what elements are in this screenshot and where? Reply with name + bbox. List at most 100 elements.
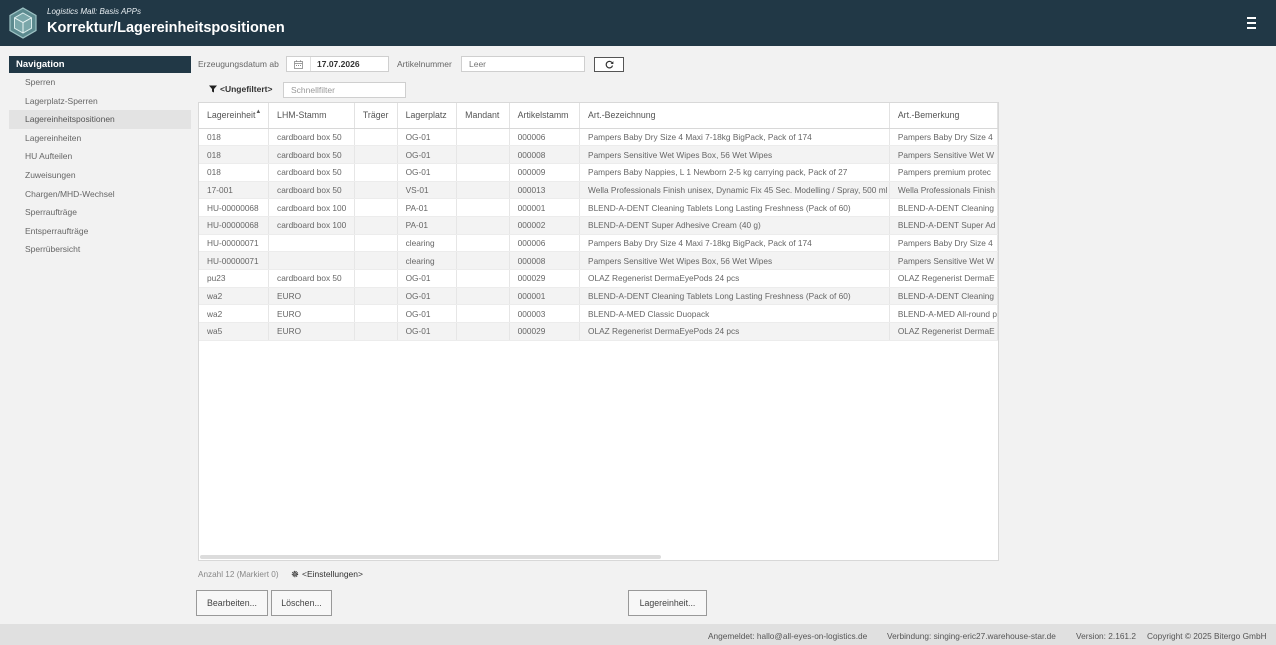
filter-toggle-label: <Ungefiltert> xyxy=(220,84,273,94)
col-header-lagereinheit[interactable]: Lagereinheit ▲ xyxy=(199,103,270,129)
cell-mandant xyxy=(456,216,510,235)
cell-art-bemerkung: BLEND-A-DENT Cleaning xyxy=(889,287,998,306)
nav-item-lagereinheitspositionen[interactable]: Lagereinheitspositionen xyxy=(9,110,191,129)
cell-artikelstamm: 000029 xyxy=(509,322,581,341)
table-row[interactable]: HU-00000068 cardboard box 100 PA-01 000001 B… xyxy=(199,198,998,217)
cell-lagerplatz: OG-01 xyxy=(397,322,458,341)
storage-unit-button[interactable]: Lagereinheit... xyxy=(628,590,707,616)
app-header: Logistics Mall: Basis APPs Korrektur/Lag… xyxy=(0,0,1276,46)
cell-traeger xyxy=(354,269,398,288)
cell-mandant xyxy=(456,181,510,200)
app-subtitle: Logistics Mall: Basis APPs xyxy=(47,7,141,16)
table-row[interactable]: pu23 cardboard box 50 OG-01 000029 OLAZ Rege… xyxy=(199,269,998,288)
nav-item-lagereinheiten[interactable]: Lagereinheiten xyxy=(9,129,191,148)
table-row[interactable]: wa2 EURO OG-01 000003 BLEND-A-MED Classic Du… xyxy=(199,304,998,324)
cell-lagerplatz: OG-01 xyxy=(397,128,458,147)
cell-lagerplatz: clearing xyxy=(397,234,458,253)
table-row[interactable]: HU-00000071 clearing 000006 Pampers Baby Dr… xyxy=(199,234,998,253)
cell-lagereinheit: HU-00000068 xyxy=(199,198,270,217)
filter-toggle[interactable]: <Ungefiltert> xyxy=(209,84,272,94)
article-number-input[interactable] xyxy=(461,56,585,72)
col-header-art-bemerkung[interactable]: Art.-Bemerkung xyxy=(889,103,998,129)
cell-artikelstamm: 000029 xyxy=(509,269,581,288)
cell-art-bemerkung: Pampers Sensitive Wet W xyxy=(889,251,998,270)
cell-art-bezeichnung: OLAZ Regenerist DermaEyePods 24 pcs xyxy=(579,322,890,341)
cell-art-bezeichnung: Wella Professionals Finish unisex, Dynam… xyxy=(579,181,890,200)
cell-traeger xyxy=(354,304,398,324)
cell-lagerplatz: VS-01 xyxy=(397,181,458,200)
cell-lagereinheit: 17-001 xyxy=(199,181,270,200)
cell-art-bezeichnung: Pampers Sensitive Wet Wipes Box, 56 Wet … xyxy=(579,251,890,270)
page-title: Korrektur/Lagereinheitspositionen xyxy=(47,20,285,36)
table-row[interactable]: wa5 EURO OG-01 000029 OLAZ Regenerist DermaE… xyxy=(199,322,998,341)
nav-item-sperrauftraege[interactable]: Sperraufträge xyxy=(9,203,191,222)
gear-icon xyxy=(291,570,299,578)
settings-link[interactable]: <Einstellungen> xyxy=(291,569,363,579)
cell-lagereinheit: wa2 xyxy=(199,304,270,324)
hamburger-icon[interactable] xyxy=(1244,15,1260,31)
table-row[interactable]: 018 cardboard box 50 OG-01 000006 Pampers Ba… xyxy=(199,128,998,147)
hexagon-box-icon xyxy=(9,7,37,39)
cell-art-bemerkung: Pampers premium protec xyxy=(889,163,998,182)
cell-art-bezeichnung: Pampers Sensitive Wet Wipes Box, 56 Wet … xyxy=(579,145,890,164)
quick-filter-input[interactable] xyxy=(283,82,406,98)
table-header-row: Lagereinheit ▲ LHM-Stamm Träger Lagerplat… xyxy=(199,103,998,129)
col-header-lhm-stamm[interactable]: LHM-Stamm xyxy=(268,103,355,129)
calendar-icon[interactable] xyxy=(287,57,311,71)
nav-item-sperruebersicht[interactable]: Sperrübersicht xyxy=(9,240,191,259)
cell-traeger xyxy=(354,234,398,253)
cell-art-bezeichnung: BLEND-A-DENT Super Adhesive Cream (40 g) xyxy=(579,216,890,235)
cell-lhm-stamm: EURO xyxy=(268,322,355,341)
cell-lhm-stamm: EURO xyxy=(268,287,355,306)
col-header-mandant[interactable]: Mandant xyxy=(456,103,510,129)
edit-button[interactable]: Bearbeiten... xyxy=(196,590,268,616)
data-table: Lagereinheit ▲ LHM-Stamm Träger Lagerplat… xyxy=(198,102,999,561)
navigation-title: Navigation xyxy=(9,56,191,73)
col-header-art-bezeichnung[interactable]: Art.-Bezeichnung xyxy=(579,103,890,129)
nav-item-entsperrauftraege[interactable]: Entsperraufträge xyxy=(9,222,191,241)
version-info: Version: 2.161.2 xyxy=(1076,631,1136,641)
table: Lagereinheit ▲ LHM-Stamm Träger Lagerplat… xyxy=(199,103,998,341)
cell-lagereinheit: wa5 xyxy=(199,322,270,341)
cell-artikelstamm: 000008 xyxy=(509,251,581,270)
cell-lagerplatz: OG-01 xyxy=(397,269,458,288)
nav-item-lagerplatz-sperren[interactable]: Lagerplatz-Sperren xyxy=(9,92,191,111)
refresh-button[interactable] xyxy=(594,57,624,72)
horizontal-scrollbar[interactable] xyxy=(200,555,661,559)
row-count: Anzahl 12 (Markiert 0) xyxy=(198,570,279,579)
nav-item-sperren[interactable]: Sperren xyxy=(9,73,191,92)
cell-lhm-stamm: cardboard box 50 xyxy=(268,128,355,147)
cell-art-bezeichnung: Pampers Baby Nappies, L 1 Newborn 2-5 kg… xyxy=(579,163,890,182)
cell-mandant xyxy=(456,304,510,324)
col-header-artikelstamm[interactable]: Artikelstamm xyxy=(509,103,581,129)
table-row[interactable]: 018 cardboard box 50 OG-01 000008 Pampers Se… xyxy=(199,145,998,164)
cell-art-bezeichnung: BLEND-A-MED Classic Duopack xyxy=(579,304,890,324)
nav-item-chargen-mhd-wechsel[interactable]: Chargen/MHD-Wechsel xyxy=(9,185,191,204)
cell-lagereinheit: wa2 xyxy=(199,287,270,306)
cell-art-bemerkung: OLAZ Regenerist DermaE xyxy=(889,322,998,341)
navigation-panel: Navigation Sperren Lagerplatz-Sperren La… xyxy=(9,56,191,259)
status-bar: Angemeldet: hallo@all-eyes-on-logistics.… xyxy=(0,624,1276,645)
cell-traeger xyxy=(354,181,398,200)
nav-item-zuweisungen[interactable]: Zuweisungen xyxy=(9,166,191,185)
cell-traeger xyxy=(354,287,398,306)
date-field[interactable]: 17.07.2026 xyxy=(286,56,389,72)
cell-lhm-stamm: EURO xyxy=(268,304,355,324)
cell-traeger xyxy=(354,251,398,270)
table-row[interactable]: wa2 EURO OG-01 000001 BLEND-A-DENT Cleaning … xyxy=(199,287,998,306)
col-header-lagerplatz[interactable]: Lagerplatz xyxy=(397,103,458,129)
cell-lagereinheit: pu23 xyxy=(199,269,270,288)
cell-art-bezeichnung: Pampers Baby Dry Size 4 Maxi 7-18kg BigP… xyxy=(579,234,890,253)
cell-art-bemerkung: Wella Professionals Finish xyxy=(889,181,998,200)
cell-lagerplatz: PA-01 xyxy=(397,198,458,217)
table-row[interactable]: HU-00000071 clearing 000008 Pampers Sensiti… xyxy=(199,251,998,270)
table-row[interactable]: 17-001 cardboard box 50 VS-01 000013 Wella P… xyxy=(199,181,998,200)
cell-traeger xyxy=(354,216,398,235)
cell-lhm-stamm: cardboard box 50 xyxy=(268,181,355,200)
cell-art-bezeichnung: Pampers Baby Dry Size 4 Maxi 7-18kg BigP… xyxy=(579,128,890,147)
nav-item-hu-aufteilen[interactable]: HU Aufteilen xyxy=(9,147,191,166)
table-row[interactable]: HU-00000068 cardboard box 100 PA-01 000002 B… xyxy=(199,216,998,235)
col-header-traeger[interactable]: Träger xyxy=(354,103,398,129)
delete-button[interactable]: Löschen... xyxy=(271,590,332,616)
table-row[interactable]: 018 cardboard box 50 OG-01 000009 Pampers Ba… xyxy=(199,163,998,182)
